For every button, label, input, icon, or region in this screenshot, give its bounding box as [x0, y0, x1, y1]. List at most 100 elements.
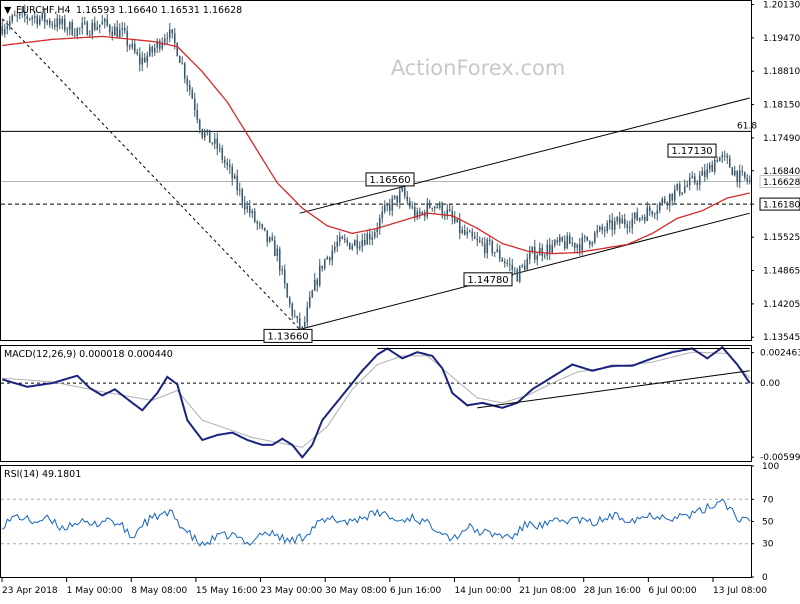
x-tick-label: 30 May 08:00 — [325, 586, 387, 596]
chart-root: ActionForex.com 61.8 1.136601.165601.147… — [0, 0, 800, 600]
candle-body — [534, 247, 536, 260]
price-header: ▼ EURCHF,H4 1.16593 1.16640 1.16531 1.16… — [4, 5, 242, 16]
candle-body — [169, 29, 171, 37]
candle-body — [254, 211, 256, 222]
candle-body — [196, 110, 198, 120]
candle-body — [261, 224, 263, 227]
candle-body — [111, 32, 113, 36]
candle-body — [284, 269, 286, 283]
candle-body — [346, 240, 348, 243]
candle-body — [739, 171, 741, 183]
candle-body — [141, 58, 143, 65]
fib-label: 61.8 — [737, 121, 757, 131]
candle-body — [476, 239, 478, 240]
candle-body — [436, 207, 438, 208]
candle-body — [511, 265, 513, 270]
macd-title: MACD(12,26,9) 0.000018 0.000440 — [4, 349, 173, 360]
x-tick-label: 28 Jun 16:00 — [584, 586, 641, 596]
candle-body — [384, 205, 386, 211]
price-tag-label: 1.16628 — [763, 178, 800, 188]
candle-body — [316, 280, 318, 286]
symbol-label: EURCHF,H4 — [16, 5, 71, 16]
rsi-tick-label: 100 — [762, 462, 779, 472]
candle-body — [229, 165, 231, 167]
candle-body — [509, 264, 511, 265]
candle-body — [71, 22, 73, 35]
candle-body — [291, 304, 293, 316]
candle-body — [351, 246, 353, 250]
candle-body — [361, 240, 363, 247]
candle-body — [276, 249, 278, 256]
candle-body — [131, 44, 133, 47]
candle-body — [521, 265, 523, 266]
rsi-panel-frame — [1, 466, 752, 578]
candle-body — [629, 228, 631, 229]
candle-body — [399, 191, 401, 203]
candle-body — [619, 217, 621, 223]
candle-body — [81, 23, 83, 28]
candle-body — [1, 26, 3, 34]
candle-body — [221, 148, 223, 160]
candle-body — [181, 63, 183, 64]
candle-body — [259, 224, 261, 225]
candle-body — [349, 243, 351, 249]
price-tick-label: 1.15525 — [763, 233, 800, 243]
price-tick-label: 1.17490 — [763, 134, 800, 144]
candle-body — [314, 280, 316, 291]
candle-body — [461, 230, 463, 233]
candle-body — [366, 234, 368, 245]
x-tick-label: 23 Apr 2018 — [2, 586, 58, 596]
candle-body — [36, 16, 38, 24]
candle-body — [724, 155, 726, 156]
candle-body — [429, 202, 431, 207]
candle-body — [556, 240, 558, 242]
candle-body — [631, 219, 633, 228]
candle-body — [504, 261, 506, 263]
price-panel-frame — [1, 1, 752, 341]
candle-body — [471, 232, 473, 237]
candle-body — [306, 307, 308, 322]
macd-tick-label: 0.00 — [760, 379, 780, 389]
candle-body — [296, 316, 298, 318]
candle-body — [529, 252, 531, 259]
macd-signal-line — [2, 352, 750, 447]
x-tick-label: 13 Jul 08:00 — [713, 586, 767, 596]
candle-body — [551, 245, 553, 253]
candle-body — [499, 249, 501, 259]
candle-body — [124, 28, 126, 31]
candle-body — [231, 167, 233, 179]
candle-body — [119, 30, 121, 37]
candle-body — [721, 155, 723, 157]
candle-body — [576, 244, 578, 247]
candle-body — [381, 212, 383, 218]
candle-body — [409, 201, 411, 208]
candle-body — [334, 247, 336, 251]
candle-body — [171, 29, 173, 33]
candle-body — [414, 207, 416, 218]
candle-body — [684, 187, 686, 193]
candle-body — [451, 211, 453, 218]
candle-body — [491, 241, 493, 253]
dotted-descending — [2, 19, 300, 330]
candle-body — [564, 241, 566, 248]
candle-body — [114, 27, 116, 36]
candle-body — [669, 194, 671, 206]
candle-body — [186, 79, 188, 85]
rsi-line — [2, 499, 750, 546]
macd-panel: 0.0024630.00-0.005992 MACD(12,26,9) 0.00… — [1, 346, 800, 464]
candle-body — [54, 25, 56, 27]
candle-body — [56, 18, 58, 27]
candle-body — [59, 18, 61, 24]
candle-body — [121, 28, 123, 30]
candle-body — [241, 189, 243, 202]
candle-body — [489, 240, 491, 241]
candle-body — [304, 322, 306, 327]
candle-body — [281, 269, 283, 270]
price-axis: 1.201301.194701.188101.181501.174901.168… — [751, 1, 800, 344]
candle-body — [49, 20, 51, 24]
candle-body — [96, 27, 98, 30]
candle-body — [129, 46, 131, 48]
candle-body — [134, 44, 136, 52]
price-candles — [1, 5, 750, 336]
candle-body — [671, 194, 673, 201]
